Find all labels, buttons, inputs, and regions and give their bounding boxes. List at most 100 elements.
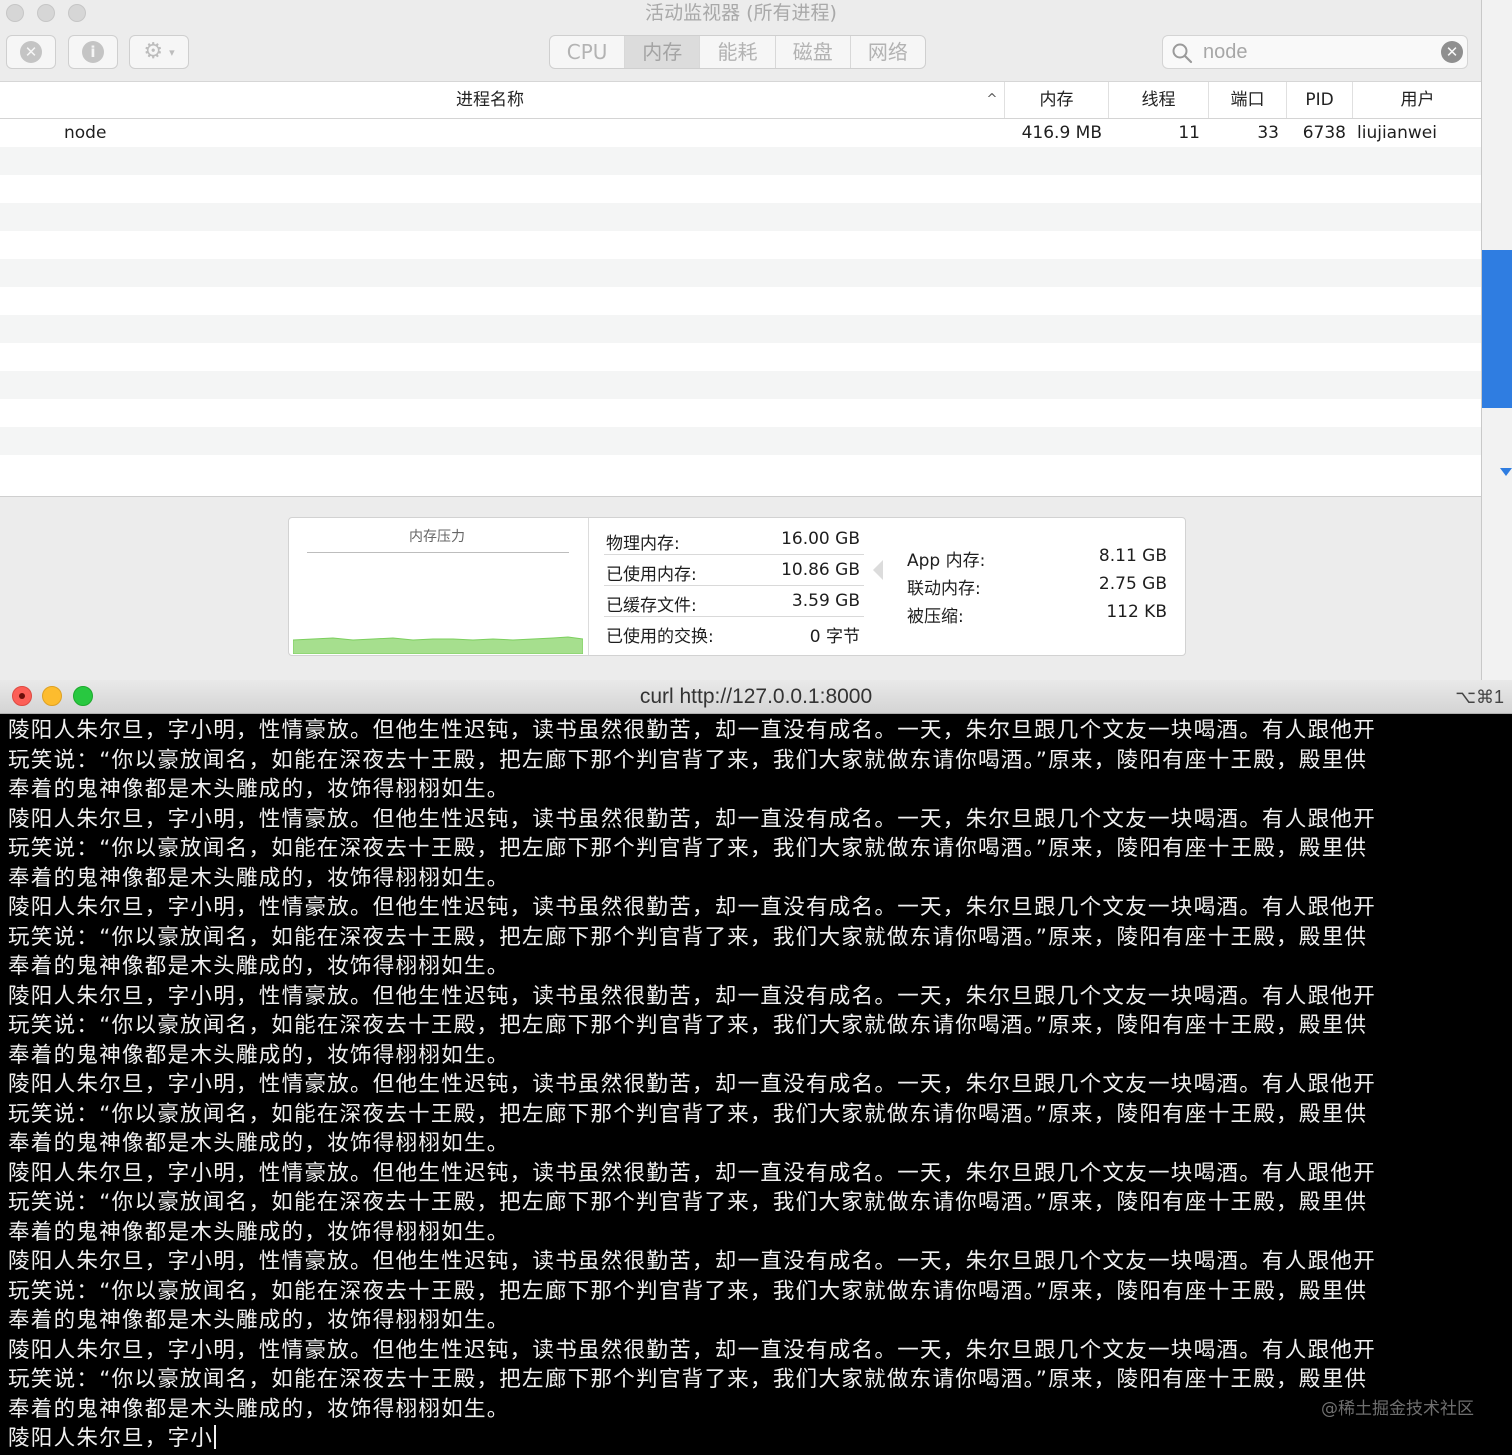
memory-pressure-title: 内存压力 xyxy=(409,529,465,545)
text-cursor xyxy=(214,1425,217,1449)
stat-value: 8.11 GB xyxy=(1098,546,1167,566)
close-window-button[interactable] xyxy=(12,686,32,706)
empty-row xyxy=(0,175,1481,203)
column-header-name[interactable]: 进程名称 xyxy=(0,82,980,118)
terminal-line: 奉着的鬼神像都是木头雕成的，妆饰得栩栩如生。 xyxy=(8,865,510,891)
terminal-line: 玩笑说：“你以豪放闻名，如能在深夜去十王殿，把左廊下那个判官背了来，我们大家就做… xyxy=(8,836,1368,861)
tab-energy[interactable]: 能耗 xyxy=(700,36,776,68)
terminal-line: 玩笑说：“你以豪放闻名，如能在深夜去十王殿，把左廊下那个判官背了来，我们大家就做… xyxy=(8,747,1368,773)
zoom-window-button[interactable] xyxy=(73,686,93,706)
tab-network[interactable]: 网络 xyxy=(851,36,925,68)
memory-pressure-area xyxy=(293,636,583,654)
empty-row xyxy=(0,203,1481,231)
terminal-line: 陵阳人朱尔旦，字小明，性情豪放。但他生性迟钝，读书虽然很勤苦，却一直没有成名。一… xyxy=(8,806,1377,832)
terminal-line: 陵阳人朱尔旦，字小明，性情豪放。但他生性迟钝，读书虽然很勤苦，却一直没有成名。一… xyxy=(8,895,1377,920)
terminal-line: 陵阳人朱尔旦，字小明，性情豪放。但他生性迟钝，读书虽然很勤苦，却一直没有成名。一… xyxy=(8,1249,1377,1274)
stat-label: 物理内存: xyxy=(606,534,680,554)
empty-row xyxy=(0,147,1481,175)
empty-row xyxy=(0,427,1481,455)
terminal-line: 奉着的鬼神像都是木头雕成的，妆饰得栩栩如生。 xyxy=(8,1219,510,1245)
minimize-window-button[interactable] xyxy=(42,686,62,706)
terminal-line: 陵阳人朱尔旦，字小明，性情豪放。但他生性迟钝，读书虽然很勤苦，却一直没有成名。一… xyxy=(8,1072,1377,1097)
stat-value: 3.59 GB xyxy=(791,591,860,611)
stat-label: 联动内存: xyxy=(907,579,981,599)
background-window-caret-icon xyxy=(1500,468,1512,476)
gear-icon: ⚙ xyxy=(143,39,164,64)
stat-wired-memory: 联动内存: 2.75 GB xyxy=(887,572,1177,600)
info-icon: i xyxy=(82,41,104,63)
terminal-line: 玩笑说：“你以豪放闻名，如能在深夜去十王殿，把左廊下那个判官背了来，我们大家就做… xyxy=(8,1278,1368,1304)
column-header-memory[interactable]: 内存 xyxy=(1004,82,1108,118)
memory-summary-panel: 内存压力 物理内存: 16.00 GB 已使用内存: 10.86 GB 已缓存文… xyxy=(288,517,1186,656)
empty-row xyxy=(0,315,1481,343)
close-window-button[interactable] xyxy=(6,4,24,22)
column-header-user[interactable]: 用户 xyxy=(1352,82,1481,118)
column-header-pid[interactable]: PID xyxy=(1286,82,1352,118)
terminal-line: 玩笑说：“你以豪放闻名，如能在深夜去十王殿，把左廊下那个判官背了来，我们大家就做… xyxy=(8,1101,1368,1127)
memory-stats-breakdown: App 内存: 8.11 GB 联动内存: 2.75 GB 被压缩: 112 K… xyxy=(887,544,1177,628)
stat-value: 16.00 GB xyxy=(781,529,860,549)
clear-search-icon[interactable]: ✕ xyxy=(1441,41,1463,63)
column-header-threads[interactable]: 线程 xyxy=(1108,82,1208,118)
zoom-window-button[interactable] xyxy=(68,4,86,22)
minimize-window-button[interactable] xyxy=(37,4,55,22)
terminal-line: 奉着的鬼神像都是木头雕成的，妆饰得栩栩如生。 xyxy=(8,1042,510,1068)
stat-app-memory: App 内存: 8.11 GB xyxy=(887,544,1177,572)
search-field[interactable]: ✕ xyxy=(1162,35,1468,69)
stats-pointer xyxy=(873,560,883,580)
terminal-title: curl http://127.0.0.1:8000 xyxy=(639,685,873,708)
table-row[interactable]: node 416.9 MB 11 33 6738 liujianwei xyxy=(0,119,1481,147)
tab-memory[interactable]: 内存 xyxy=(625,36,701,68)
memory-stats-primary: 物理内存: 16.00 GB 已使用内存: 10.86 GB 已缓存文件: 3.… xyxy=(590,524,876,648)
stat-compressed: 被压缩: 112 KB xyxy=(887,600,1177,628)
window-title: 活动监视器 (所有进程) xyxy=(645,2,837,24)
column-header-ports[interactable]: 端口 xyxy=(1208,82,1286,118)
sort-ascending-icon: ^ xyxy=(986,92,998,107)
memory-summary-area: 内存压力 物理内存: 16.00 GB 已使用内存: 10.86 GB 已缓存文… xyxy=(0,496,1481,680)
search-input[interactable] xyxy=(1203,38,1433,66)
stat-swap-used: 已使用的交换: 0 字节 xyxy=(604,617,864,648)
process-memory: 416.9 MB xyxy=(1021,123,1102,143)
process-table: 进程名称 ^ 内存 线程 端口 PID 用户 node 416.9 MB 11 … xyxy=(0,81,1481,496)
process-name: node xyxy=(64,123,107,143)
table-header: 进程名称 ^ 内存 线程 端口 PID 用户 xyxy=(0,82,1481,119)
table-body: node 416.9 MB 11 33 6738 liujianwei xyxy=(0,119,1481,483)
tab-disk[interactable]: 磁盘 xyxy=(776,36,851,68)
background-window-highlight xyxy=(1482,250,1512,408)
stat-value: 0 字节 xyxy=(809,627,860,647)
stat-label: App 内存: xyxy=(907,551,986,571)
terminal-line: 奉着的鬼神像都是木头雕成的，妆饰得栩栩如生。 xyxy=(8,1396,510,1422)
inspect-process-button[interactable]: i xyxy=(68,35,118,69)
terminal-line: 玩笑说：“你以豪放闻名，如能在深夜去十王殿，把左廊下那个判官背了来，我们大家就做… xyxy=(8,924,1368,950)
stat-value: 112 KB xyxy=(1106,602,1167,622)
process-pid: 6738 xyxy=(1302,123,1346,143)
terminal-lines: 陵阳人朱尔旦，字小明，性情豪放。但他生性迟钝，读书虽然很勤苦，却一直没有成名。一… xyxy=(8,716,1506,1424)
modified-dot-icon xyxy=(19,693,25,699)
action-menu-button[interactable]: ⚙ ▾ xyxy=(129,35,189,69)
terminal-line: 陵阳人朱尔旦，字小明，性情豪放。但他生性迟钝，读书虽然很勤苦，却一直没有成名。一… xyxy=(8,1337,1377,1363)
terminal-line: 奉着的鬼神像都是木头雕成的，妆饰得栩栩如生。 xyxy=(8,1308,510,1333)
terminal-line: 陵阳人朱尔旦，字小明，性情豪放。但他生性迟钝，读书虽然很勤苦，却一直没有成名。一… xyxy=(8,983,1377,1009)
stat-label: 已缓存文件: xyxy=(606,596,697,616)
terminal-line: 玩笑说：“你以豪放闻名，如能在深夜去十王殿，把左廊下那个判官背了来，我们大家就做… xyxy=(8,1013,1368,1038)
terminal-output[interactable]: 陵阳人朱尔旦，字小明，性情豪放。但他生性迟钝，读书虽然很勤苦，却一直没有成名。一… xyxy=(8,716,1506,1453)
empty-row xyxy=(0,259,1481,287)
category-tabs: CPU 内存 能耗 磁盘 网络 xyxy=(549,35,926,69)
terminal-line: 陵阳人朱尔旦，字小明，性情豪放。但他生性迟钝，读书虽然很勤苦，却一直没有成名。一… xyxy=(8,718,1377,743)
terminal-line: 奉着的鬼神像都是木头雕成的，妆饰得栩栩如生。 xyxy=(8,1131,510,1156)
stat-value: 10.86 GB xyxy=(781,560,860,580)
terminal-current-text: 陵阳人朱尔旦，字小 xyxy=(8,1426,214,1451)
empty-row xyxy=(0,343,1481,371)
empty-row xyxy=(0,455,1481,483)
divider xyxy=(307,552,569,553)
process-threads: 11 xyxy=(1178,123,1200,143)
process-ports: 33 xyxy=(1257,123,1279,143)
terminal-line: 奉着的鬼神像都是木头雕成的，妆饰得栩栩如生。 xyxy=(8,954,510,979)
terminal-window: curl http://127.0.0.1:8000 ⌥⌘1 陵阳人朱尔旦，字小… xyxy=(0,680,1512,1455)
chevron-down-icon: ▾ xyxy=(169,45,175,59)
terminal-line: 玩笑说：“你以豪放闻名，如能在深夜去十王殿，把左廊下那个判官背了来，我们大家就做… xyxy=(8,1190,1368,1215)
tab-cpu[interactable]: CPU xyxy=(550,36,626,68)
terminal-shortcut-label: ⌥⌘1 xyxy=(1455,687,1504,707)
stop-process-button[interactable]: ✕ xyxy=(6,35,56,69)
search-icon xyxy=(1172,43,1193,64)
